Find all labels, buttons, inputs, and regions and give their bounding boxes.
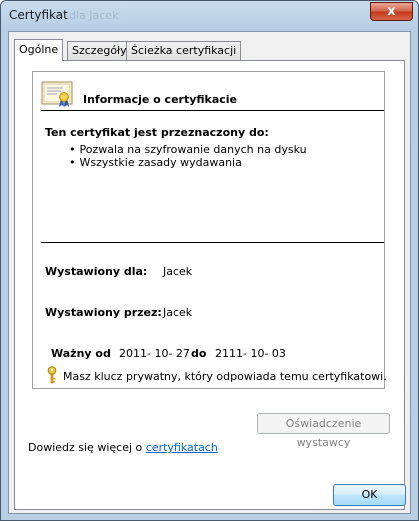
certificate-info-panel: Informacje o certyfikacie Ten certyfikat… xyxy=(32,71,387,389)
close-icon: x xyxy=(387,4,396,19)
title-bar[interactable]: Certyfikat dla Jacek x xyxy=(1,1,418,31)
certificates-link[interactable]: certyfikatach xyxy=(146,441,218,454)
list-item: Pozwala na szyfrowanie danych na dysku xyxy=(69,143,307,156)
divider xyxy=(41,242,384,243)
tab-details-label: Szczegóły xyxy=(72,44,127,57)
issued-by-label: Wystawiony przez: xyxy=(45,306,162,319)
window-title-ghost: dla Jacek xyxy=(69,9,119,22)
valid-from-label: Ważny od xyxy=(51,347,111,360)
purpose-title: Ten certyfikat jest przeznaczony do: xyxy=(45,126,269,139)
learn-more: Dowiedz się więcej o certyfikatach xyxy=(28,441,218,454)
tab-certification-path-label: Ścieżka certyfikacji xyxy=(131,44,237,57)
window-title: Certyfikat xyxy=(9,8,68,22)
issued-to-label: Wystawiony dla: xyxy=(45,265,148,278)
list-item: Wszystkie zasady wydawania xyxy=(69,156,307,169)
valid-to-value[interactable]: 2111- 10- 03 xyxy=(215,347,286,360)
issuer-statement-button[interactable]: Oświadczenie wystawcy xyxy=(257,413,390,449)
key-icon xyxy=(47,366,57,384)
issued-by-value[interactable]: Jacek xyxy=(163,306,192,319)
purpose-list: Pozwala na szyfrowanie danych na dysku W… xyxy=(69,143,307,169)
tab-details[interactable]: Szczegóły xyxy=(67,41,132,60)
issued-to-value[interactable]: Jacek xyxy=(163,265,192,278)
ok-button[interactable]: OK xyxy=(333,484,406,506)
private-key-note: Masz klucz prywatny, który odpowiada tem… xyxy=(63,370,387,383)
divider xyxy=(41,110,384,111)
info-title: Informacje o certyfikacie xyxy=(83,93,238,106)
valid-from-value[interactable]: 2011- 10- 27 xyxy=(119,347,190,360)
close-button[interactable]: x xyxy=(370,2,413,21)
tab-general-label: Ogólne xyxy=(19,43,59,56)
learn-more-prefix: Dowiedz się więcej o xyxy=(28,441,146,454)
tab-certification-path[interactable]: Ścieżka certyfikacji xyxy=(126,41,242,60)
tab-general[interactable]: Ogólne xyxy=(14,39,64,61)
certificate-icon xyxy=(41,81,73,107)
dialog-body: Ogólne Szczegóły Ścieżka certyfikacji In… xyxy=(8,31,411,514)
valid-to-label: do xyxy=(191,347,207,360)
certificate-dialog: Certyfikat dla Jacek x Ogólne Szczegóły … xyxy=(0,0,419,521)
